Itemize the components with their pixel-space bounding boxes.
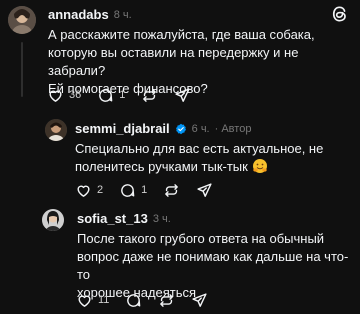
action-bar: 11 xyxy=(76,291,224,309)
comment-line: вопрос даже не понимаю как дальше на что… xyxy=(77,249,349,282)
repost-icon xyxy=(160,293,174,307)
comment-line-with-emoji: поленитесь ручками тык-тык xyxy=(75,158,355,176)
comment-text: Специально для вас есть актуальное, не п… xyxy=(75,140,355,176)
avatar-semmi_djabrail[interactable] xyxy=(45,119,67,141)
comment-line: поленитесь ручками тык-тык xyxy=(75,159,248,174)
timestamp: 8 ч. xyxy=(113,8,132,21)
action-bar: 36 1 xyxy=(47,86,207,104)
comment-line: которую вы оставили на передержку и не з… xyxy=(48,45,299,78)
share-icon xyxy=(192,292,208,307)
repost-button[interactable] xyxy=(163,182,180,199)
like-count: 36 xyxy=(69,89,82,101)
username[interactable]: semmi_djabrail xyxy=(75,121,170,136)
like-count: 2 xyxy=(97,184,104,196)
username[interactable]: sofia_st_13 xyxy=(77,211,148,226)
heart-icon xyxy=(78,295,91,307)
comment-semmi_djabrail: semmi_djabrail 6 ч. · Автор Специально д… xyxy=(0,115,360,205)
share-button[interactable] xyxy=(191,292,208,309)
like-button[interactable]: 11 xyxy=(76,292,109,309)
like-count: 11 xyxy=(98,294,110,306)
share-icon xyxy=(175,87,190,102)
timestamp: 6 ч. xyxy=(191,122,210,135)
comment-line: Специально для вас есть актуальное, не xyxy=(75,141,324,156)
username[interactable]: annadabs xyxy=(48,7,109,22)
reply-button[interactable] xyxy=(125,292,142,309)
comment-header: annadabs 8 ч. xyxy=(48,7,132,22)
share-button[interactable] xyxy=(196,182,213,199)
comment-line: А расскажите пожалуйста, где ваша собака… xyxy=(48,27,315,42)
reply-button[interactable]: 1 xyxy=(119,182,147,199)
like-button[interactable]: 36 xyxy=(47,87,81,104)
reply-count: 1 xyxy=(141,184,148,196)
share-icon xyxy=(197,182,212,197)
reply-count: 1 xyxy=(119,89,126,101)
heart-icon xyxy=(77,185,90,197)
reply-button[interactable]: 1 xyxy=(97,87,125,104)
timestamp: 3 ч. xyxy=(152,212,171,225)
share-button[interactable] xyxy=(174,87,191,104)
comment-icon xyxy=(121,183,135,197)
action-bar: 2 1 xyxy=(75,181,229,199)
heart-icon xyxy=(49,90,62,102)
threads-comment-screen: annadabs 8 ч. А расскажите пожалуйста, г… xyxy=(0,0,360,314)
repost-icon xyxy=(143,88,157,102)
repost-icon xyxy=(165,183,179,197)
comment-line: После такого грубого ответа на обычный xyxy=(77,231,325,246)
comment-header: sofia_st_13 3 ч. xyxy=(77,211,171,226)
avatar-annadabs[interactable] xyxy=(8,6,36,34)
comment-annadabs: annadabs 8 ч. А расскажите пожалуйста, г… xyxy=(0,0,360,115)
author-tag: · Автор xyxy=(214,122,252,135)
hugging-face-emoji-icon xyxy=(252,158,268,174)
comment-sofia_st_13: sofia_st_13 3 ч. После такого грубого от… xyxy=(0,205,360,314)
avatar-sofia_st_13[interactable] xyxy=(42,209,64,231)
comment-header: semmi_djabrail 6 ч. · Автор xyxy=(75,121,251,136)
repost-button[interactable] xyxy=(158,292,175,309)
comment-icon xyxy=(99,88,113,102)
verified-badge-icon xyxy=(175,123,187,135)
comment-icon xyxy=(127,293,141,307)
repost-button[interactable] xyxy=(141,87,158,104)
like-button[interactable]: 2 xyxy=(75,182,103,199)
